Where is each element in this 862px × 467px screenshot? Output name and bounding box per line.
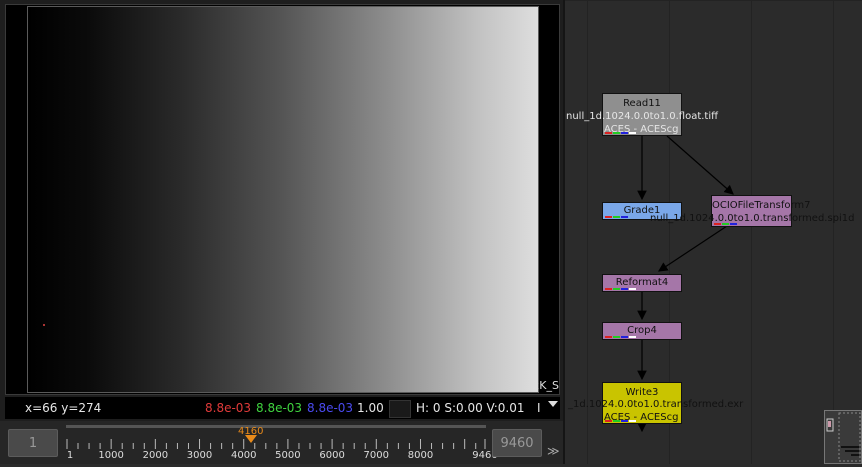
- tick-label: 1: [66, 450, 74, 461]
- tick-label: 2000: [142, 450, 169, 461]
- timeline-range-bar: [66, 425, 486, 428]
- pixel-red-value: 8.8e-03: [205, 401, 252, 415]
- read-node-label: Read11: [623, 98, 661, 109]
- viewer-canvas[interactable]: 2K_S: [5, 4, 560, 395]
- node-graph-minimap[interactable]: [824, 410, 862, 464]
- pixel-blue-value: 8.8e-03: [307, 401, 354, 415]
- tick-label: 4000: [230, 450, 257, 461]
- read-node-colorspace: ACES - ACEScg: [604, 124, 679, 135]
- timeline-scrubber[interactable]: 4160 1 1000 2000 3000 4000 5000 6000 7000 8000 94…: [66, 423, 498, 463]
- tick-label: 8000: [407, 450, 434, 461]
- tick-label: 3000: [186, 450, 213, 461]
- color-swatch: [389, 400, 411, 418]
- timeline-bar: 1 4160 1 1000 2000 3000 4000 5000 6000 7000 8000…: [0, 421, 563, 464]
- pixel-alpha-value: 1.00: [357, 401, 384, 415]
- pixel-sample-marker: [43, 324, 45, 326]
- reformat-node-channels: [605, 288, 636, 290]
- hsv-readout: H: 0 S:0.00 V:0.01: [416, 401, 525, 415]
- start-frame-field[interactable]: 1: [8, 429, 58, 457]
- node-graph[interactable]: Read11 null_1d.1024.0.0to1.0.float.tiff …: [565, 0, 862, 464]
- timeline-tick-labels: 1 1000 2000 3000 4000 5000 6000 7000 8000 9460: [66, 450, 498, 462]
- crop-node-channels: [605, 336, 636, 338]
- hsv-readout-suffix: I: [537, 401, 541, 415]
- ocio-node-file: null_1d.1024.0.0to1.0.transformed.spi1d: [650, 213, 855, 224]
- format-label: 2K_S: [532, 379, 559, 392]
- crop-node[interactable]: Crop4: [602, 322, 682, 340]
- write-node-label: Write3: [625, 387, 659, 398]
- edge-ocio-reformat: [657, 225, 728, 272]
- tick-label: 6000: [319, 450, 345, 461]
- write-node-colorspace: ACES - ACEScg: [604, 412, 679, 423]
- timeline-ruler: [66, 439, 486, 449]
- tick-label: 7000: [363, 450, 390, 461]
- write-node-file: _1d.1024.0.0to1.0.transformed.exr: [568, 399, 744, 410]
- grade-node-channels: [605, 216, 628, 218]
- tick-label: 5000: [275, 450, 301, 461]
- pixel-green-value: 8.8e-03: [256, 401, 303, 415]
- edge-read-ocio: [666, 135, 734, 195]
- viewer-image[interactable]: [27, 6, 539, 393]
- end-frame-field[interactable]: 9460: [492, 429, 542, 457]
- viewer-panel: 2K_S x=66 y=274 8.8e-03 8.8e-03 8.8e-03 …: [0, 0, 563, 464]
- minimap-preview-icon: [826, 412, 861, 462]
- reformat-node[interactable]: Reformat4: [602, 274, 682, 292]
- viewer-menu-dropdown-icon[interactable]: [548, 401, 558, 407]
- pixel-info-bar: x=66 y=274 8.8e-03 8.8e-03 8.8e-03 1.00 …: [5, 397, 560, 419]
- read-node-file: null_1d.1024.0.0to1.0.float.tiff: [566, 111, 719, 122]
- cursor-coordinates: x=66 y=274: [25, 401, 102, 415]
- tick-label: 1000: [98, 450, 124, 461]
- expand-chevron-icon[interactable]: ≫: [547, 445, 560, 457]
